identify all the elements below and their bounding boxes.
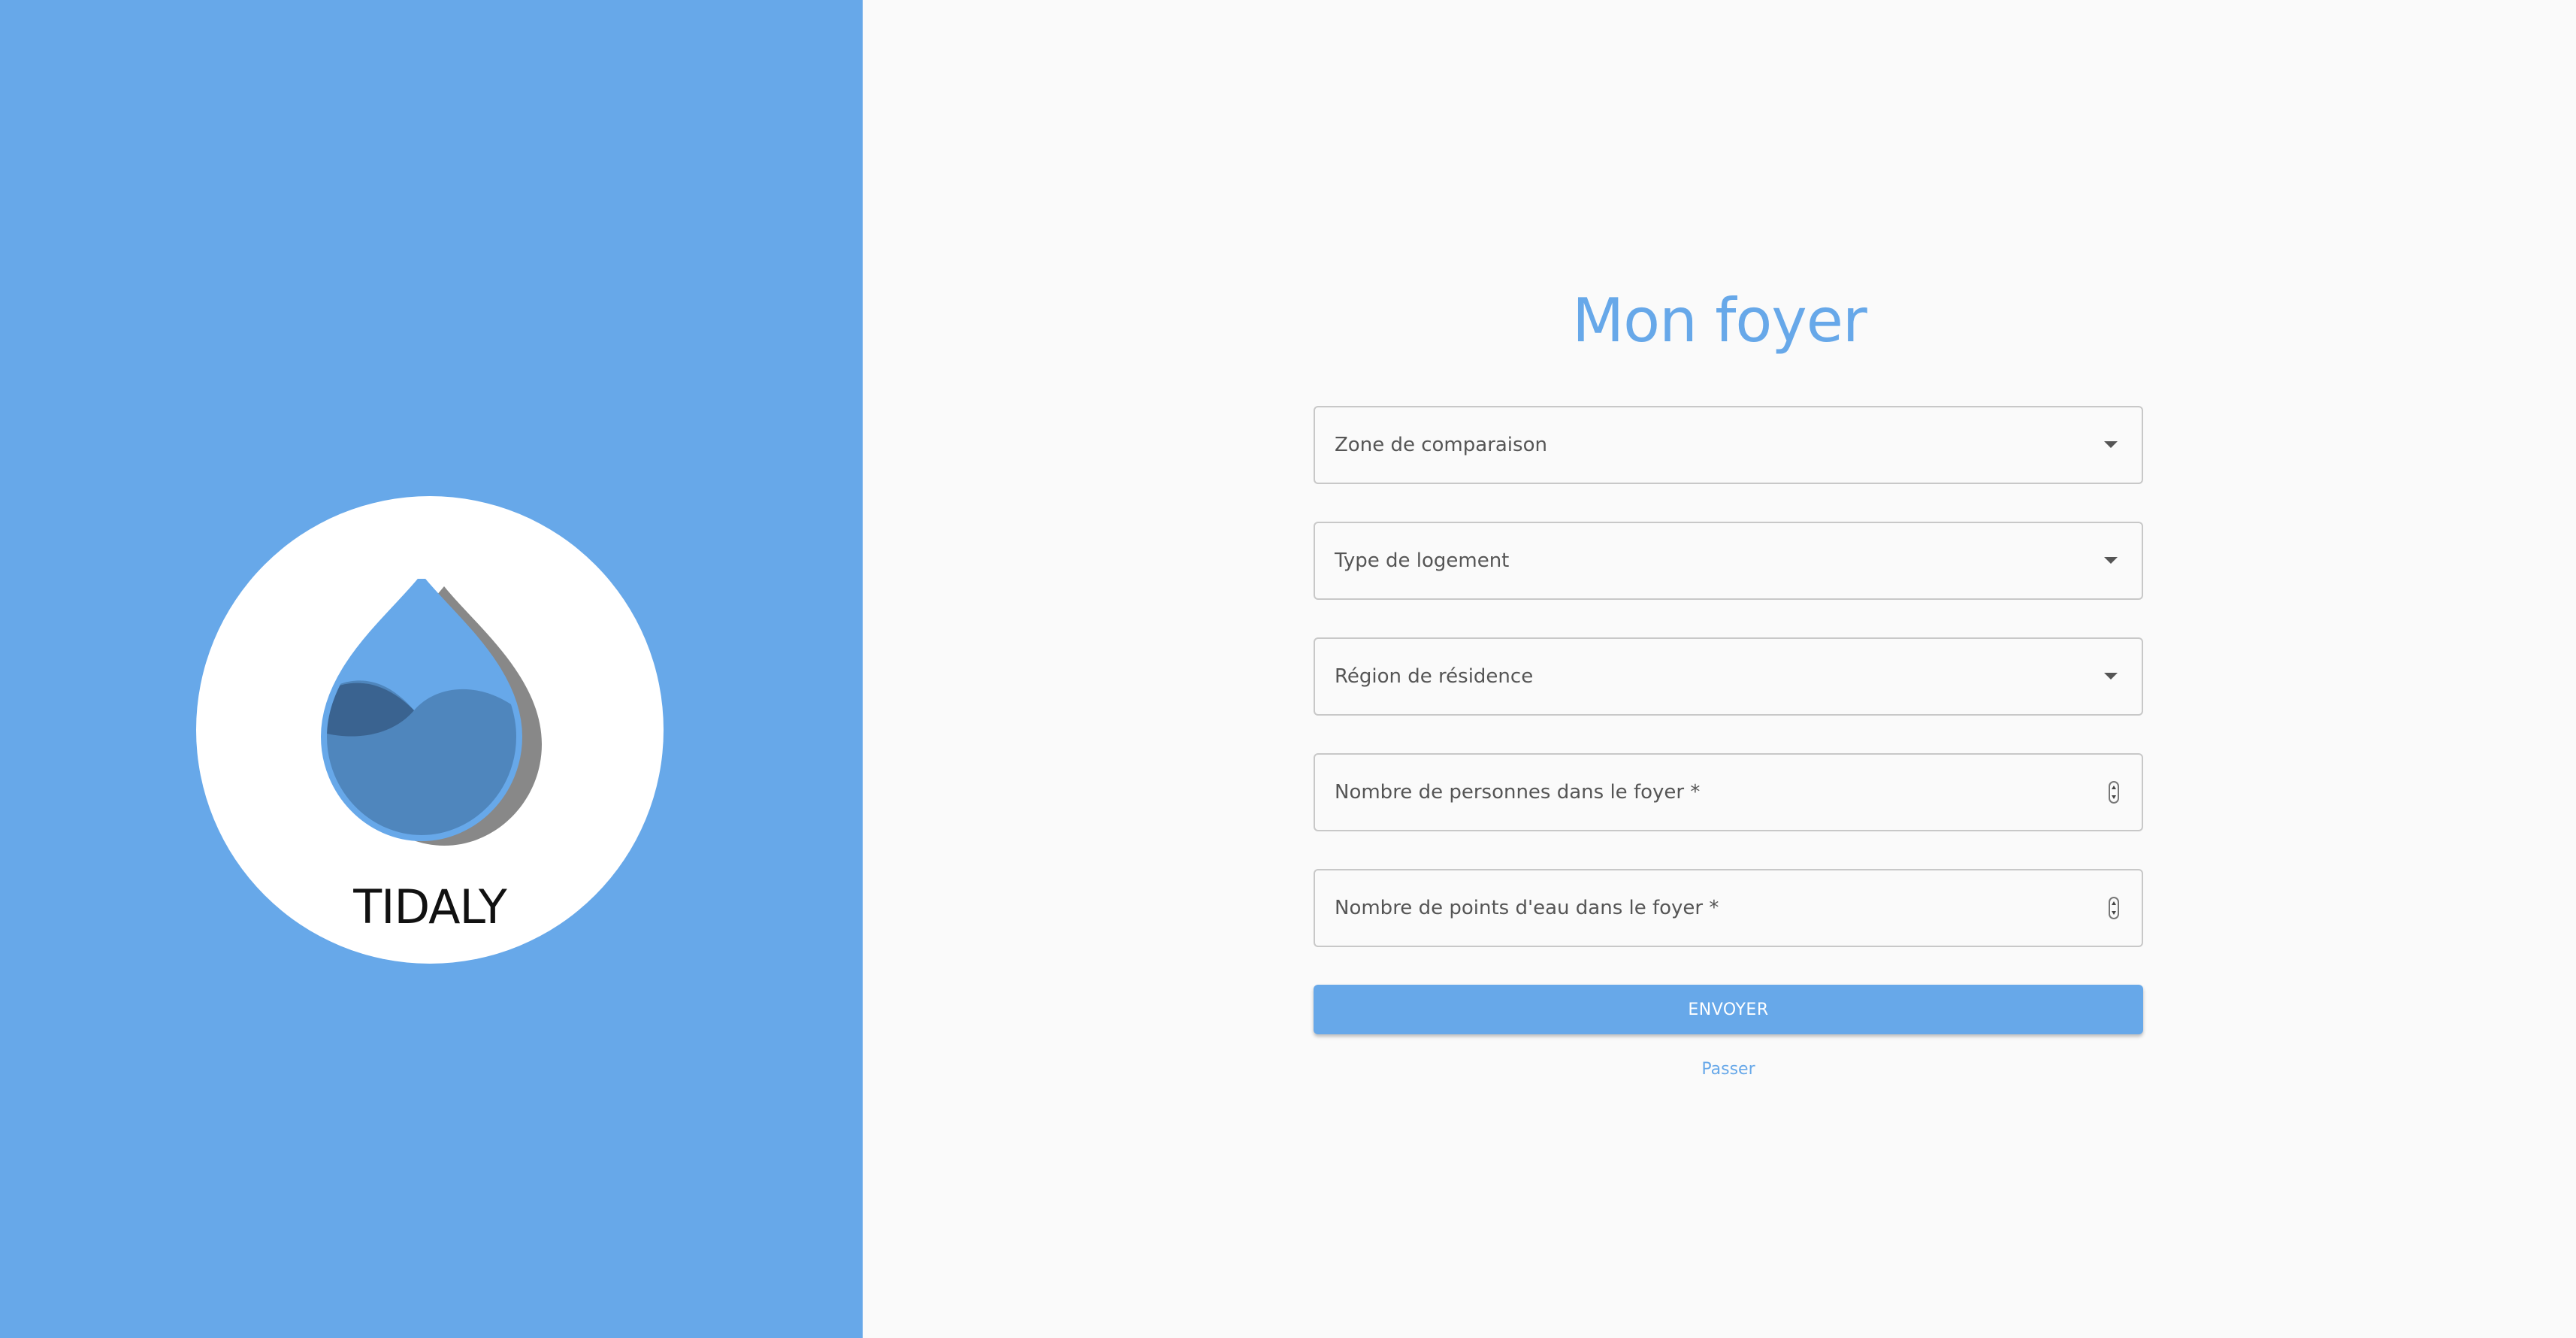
submit-button[interactable]: ENVOYER bbox=[1314, 985, 2143, 1034]
field-label: Nombre de points d'eau dans le foyer * bbox=[1335, 897, 1719, 919]
water-drop-icon bbox=[320, 579, 542, 846]
household-form: Zone de comparaison Type de logement Rég… bbox=[1314, 406, 2143, 1079]
number-stepper-icon[interactable] bbox=[2109, 897, 2119, 919]
region-select[interactable]: Région de résidence bbox=[1314, 637, 2143, 716]
comparison-zone-select[interactable]: Zone de comparaison bbox=[1314, 406, 2143, 484]
brand-name: TIDALY bbox=[353, 879, 506, 934]
field-label: Région de résidence bbox=[1335, 665, 1534, 688]
number-stepper-icon[interactable] bbox=[2109, 781, 2119, 804]
housing-type-select[interactable]: Type de logement bbox=[1314, 522, 2143, 600]
chevron-down-icon bbox=[2104, 441, 2118, 448]
form-panel: Mon foyer Zone de comparaison Type de lo… bbox=[863, 0, 2576, 1338]
field-label: Type de logement bbox=[1335, 549, 1510, 572]
brand-panel: TIDALY bbox=[0, 0, 863, 1338]
page: TIDALY Mon foyer Zone de comparaison Typ… bbox=[0, 0, 2576, 1338]
page-title: Mon foyer bbox=[1572, 286, 1867, 356]
field-label: Nombre de personnes dans le foyer * bbox=[1335, 781, 1701, 804]
chevron-down-icon bbox=[2104, 673, 2118, 680]
water-points-input[interactable]: Nombre de points d'eau dans le foyer * bbox=[1314, 869, 2143, 947]
field-label: Zone de comparaison bbox=[1335, 434, 1547, 456]
chevron-down-icon bbox=[2104, 557, 2118, 564]
logo: TIDALY bbox=[196, 496, 664, 964]
household-size-input[interactable]: Nombre de personnes dans le foyer * bbox=[1314, 753, 2143, 831]
skip-link[interactable]: Passer bbox=[1314, 1060, 2143, 1079]
